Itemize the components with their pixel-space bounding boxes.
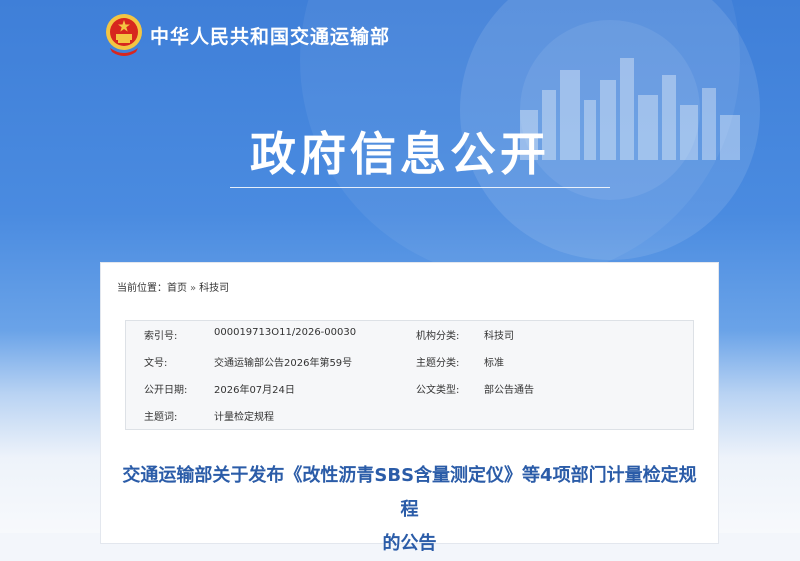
metadata-label: 主题分类: xyxy=(416,358,460,369)
metadata-label: 公开日期: xyxy=(144,385,188,396)
content-card: 当前位置：首页» 科技司 索引号: 000019713O11/2026-00030… xyxy=(100,262,719,554)
breadcrumb-separator: » xyxy=(190,283,197,294)
metadata-value: 科技司 xyxy=(484,331,514,342)
metadata-value: 000019713O11/2026-00030 xyxy=(214,327,357,338)
metadata-value: 部公告通告 xyxy=(484,385,534,396)
breadcrumb-prefix: 当前位置： xyxy=(117,283,167,294)
metadata-label: 公文类型: xyxy=(416,385,460,396)
breadcrumb: 当前位置：首页» 科技司 xyxy=(117,279,229,294)
metadata-value: 2026年07月24日 xyxy=(214,385,295,396)
document-title-line: 交通运输部关于发布《改性沥青SBS含量测定仪》等4项部门计量检定规程 xyxy=(122,465,697,520)
document-title: 交通运输部关于发布《改性沥青SBS含量测定仪》等4项部门计量检定规程 的公告 xyxy=(121,459,698,561)
ministry-name[interactable]: 中华人民共和国交通运输部 xyxy=(150,22,390,49)
portal-title: 政府信息公开 xyxy=(250,127,550,181)
metadata-row: 公开日期: 2026年07月24日 公文类型: 部公告通告 xyxy=(126,375,693,399)
metadata-row: 文号: 交通运输部公告2026年第59号 主题分类: 标准 xyxy=(126,348,693,372)
metadata-row: 主题词: 计量检定规程 xyxy=(126,402,693,426)
breadcrumb-department-link[interactable]: 科技司 xyxy=(199,283,229,294)
metadata-label: 机构分类: xyxy=(416,331,460,342)
national-emblem-icon xyxy=(106,14,142,56)
metadata-row: 索引号: 000019713O11/2026-00030 机构分类: 科技司 xyxy=(126,321,693,345)
metadata-value: 标准 xyxy=(484,358,504,369)
metadata-label: 文号: xyxy=(144,358,168,369)
metadata-value: 交通运输部公告2026年第59号 xyxy=(214,358,353,369)
metadata-value: 计量检定规程 xyxy=(214,412,274,423)
breadcrumb-home-link[interactable]: 首页 xyxy=(167,283,187,294)
title-divider xyxy=(230,187,610,188)
document-metadata-table: 索引号: 000019713O11/2026-00030 机构分类: 科技司 文… xyxy=(125,320,694,430)
metadata-label: 索引号: xyxy=(144,331,178,342)
document-title-line: 的公告 xyxy=(382,533,437,554)
metadata-label: 主题词: xyxy=(144,412,178,423)
